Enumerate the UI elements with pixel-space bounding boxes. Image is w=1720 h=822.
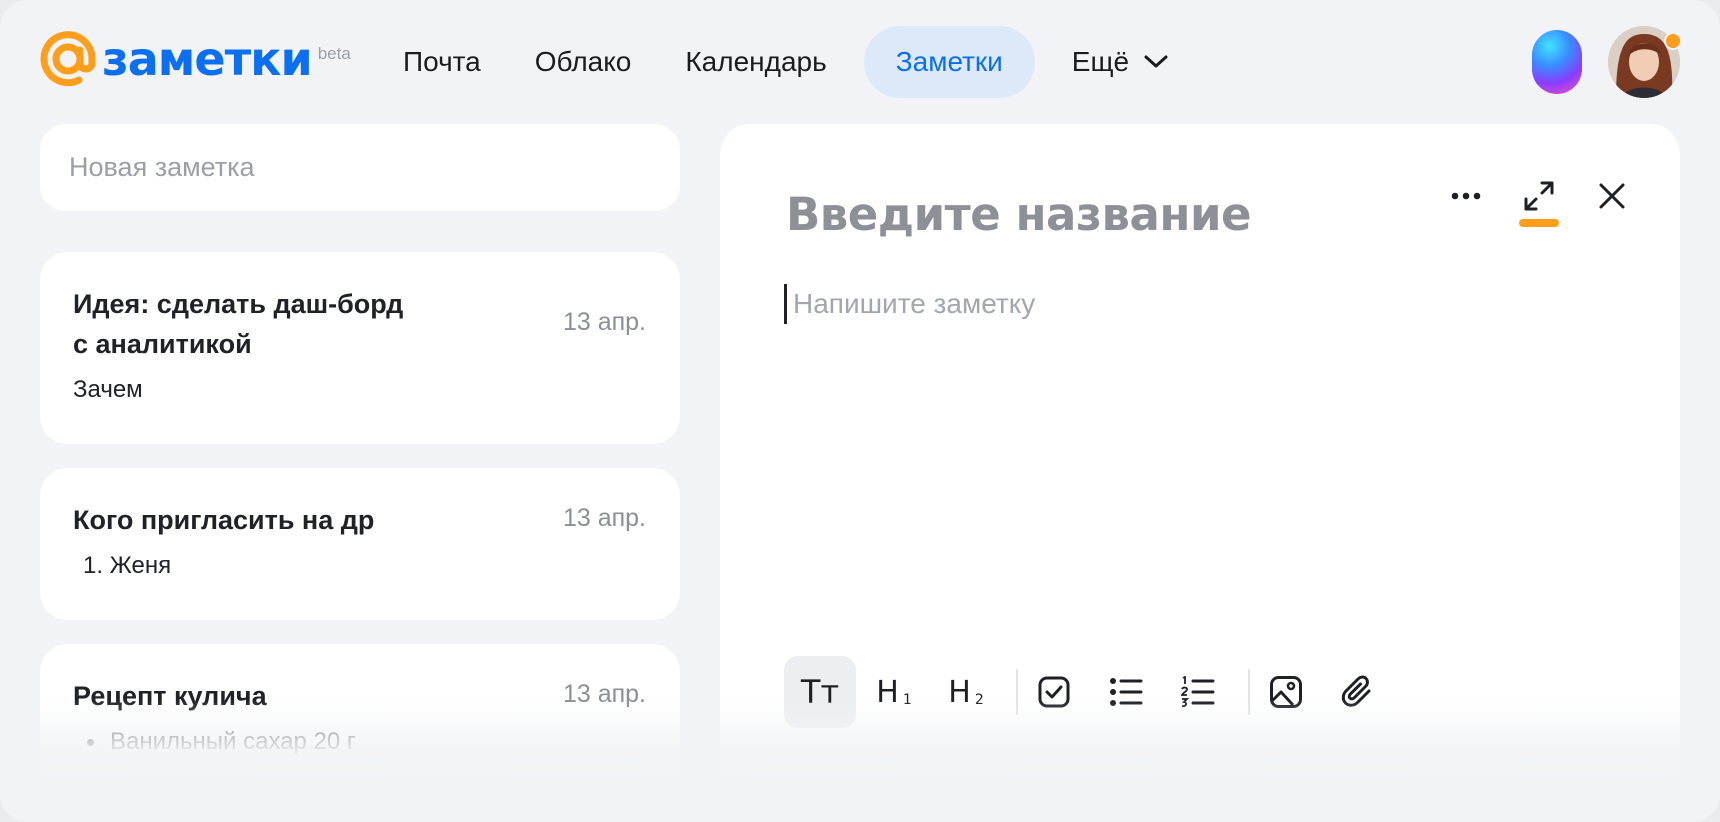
assistant-orb-icon[interactable]: [1532, 30, 1582, 94]
attach-file-button[interactable]: [1322, 656, 1394, 728]
heading1-icon: H1: [876, 675, 911, 710]
notification-dot: [1664, 32, 1682, 50]
heading1-level: 1: [902, 691, 912, 708]
nav-item-calendar[interactable]: Календарь: [658, 26, 853, 98]
insert-image-button[interactable]: [1250, 656, 1322, 728]
numbered-list-button[interactable]: [1162, 656, 1234, 728]
note-title-input[interactable]: Введите название: [786, 188, 1252, 241]
nav-item-notes[interactable]: Заметки: [863, 26, 1035, 98]
note-preview: Зачем: [73, 376, 143, 403]
expand-button[interactable]: [1515, 172, 1563, 220]
note-date: 13 апр.: [562, 504, 646, 532]
heading1-button[interactable]: H1: [858, 656, 930, 728]
nav-item-cloud[interactable]: Облако: [508, 26, 659, 98]
text-style-label: Тт: [800, 673, 840, 711]
mail-at-logo-icon: [40, 31, 96, 87]
heading2-button[interactable]: H2: [930, 656, 1002, 728]
active-indicator: [1519, 219, 1559, 227]
note-card[interactable]: Кого пригласить на др 1. Женя 13 апр.: [40, 468, 680, 620]
bullet-list-icon: [1110, 678, 1143, 706]
note-body-placeholder: Напишите заметку: [793, 288, 1036, 319]
more-dots-icon: [1451, 192, 1481, 200]
heading2-letter: H: [948, 674, 971, 710]
heading2-icon: H2: [948, 675, 983, 710]
attachment-icon: [1341, 675, 1371, 707]
bullet-list-button[interactable]: [1090, 656, 1162, 728]
nav-item-mail[interactable]: Почта: [376, 26, 508, 98]
heading2-level: 2: [974, 691, 984, 708]
nav-more-button[interactable]: Ещё: [1045, 26, 1196, 98]
note-preview: 1. Женя: [83, 552, 172, 579]
close-icon: [1599, 183, 1625, 209]
note-card[interactable]: Идея: сделать даш-борд с аналитикой Заче…: [40, 252, 680, 444]
note-preview-item: Ванильный сахар 20 г: [73, 728, 356, 756]
note-date: 13 апр.: [562, 680, 646, 708]
logo[interactable]: заметки beta: [39, 30, 351, 88]
note-date: 13 апр.: [562, 308, 646, 336]
close-button[interactable]: [1588, 172, 1636, 220]
heading1-letter: H: [876, 674, 899, 710]
numbered-list-icon: [1181, 676, 1215, 708]
note-title: Рецепт кулича: [73, 681, 267, 711]
bullet-dot: [87, 738, 94, 746]
top-nav: Почта Облако Календарь Заметки Ещё: [376, 26, 1196, 98]
text-caret: [784, 284, 787, 324]
checklist-button[interactable]: [1018, 656, 1090, 728]
format-toolbar: Тт H1 H2: [784, 656, 1394, 728]
text-style-button[interactable]: Тт: [784, 656, 856, 728]
note-editor: Введите название Напишите заметку Тт H 1…: [720, 124, 1680, 822]
nav-more-label: Ещё: [1071, 46, 1130, 77]
expand-icon: [1524, 181, 1554, 211]
note-body-input[interactable]: Напишите заметку: [784, 284, 1035, 324]
new-note-input[interactable]: Новая заметка: [40, 124, 680, 211]
checkbox-icon: [1038, 676, 1070, 708]
image-icon: [1270, 676, 1302, 708]
note-card[interactable]: Рецепт кулича Ванильный сахар 20 г 13 ап…: [40, 644, 680, 822]
note-preview: Ванильный сахар 20 г: [110, 728, 356, 755]
header: заметки beta Почта Облако Календарь Заме…: [0, 0, 1720, 122]
note-title: Кого пригласить на др: [73, 505, 375, 535]
chevron-down-icon: [1144, 55, 1168, 68]
logo-text: заметки: [102, 32, 313, 86]
note-title-line2: с аналитикой: [73, 329, 252, 359]
note-title: Идея: сделать даш-борд: [73, 289, 404, 319]
app-frame: заметки beta Почта Облако Календарь Заме…: [0, 0, 1720, 822]
beta-badge: beta: [317, 44, 351, 63]
more-options-button[interactable]: [1442, 172, 1490, 220]
